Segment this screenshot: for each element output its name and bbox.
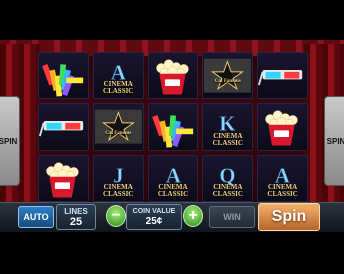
minus-icon: − [111,207,121,224]
reel-symbol-walk-of-fame-star: Cat Famous [92,103,144,151]
spin-button[interactable]: Spin [258,203,320,231]
classic-text: CLASSIC [157,189,189,198]
reel-symbol-letter-a-cinema: A CINEMA CLASSIC [92,52,144,100]
top-black-band [0,0,344,44]
side-spin-right[interactable]: SPIN [324,96,344,186]
film-strip-icon [151,115,193,148]
walk-of-fame-star-icon [94,110,142,144]
reel-symbol-3d-glasses [257,52,308,100]
reel-symbol-popcorn [147,52,199,100]
classic-text: CLASSIC [212,189,243,198]
side-spin-left[interactable]: SPIN [0,96,20,186]
reel-symbol-walk-of-fame-star: Cat Famous [202,52,254,100]
classic-text: CLASSIC [212,138,243,147]
classic-text: CLASSIC [103,189,134,198]
reel-symbol-film-strip [147,103,199,151]
reel-symbol-popcorn [38,154,89,202]
lines-display[interactable]: LINES 25 [56,204,96,230]
plus-icon: + [188,207,198,224]
win-label: WIN [223,212,241,222]
reel-symbol-3d-glasses [38,103,89,151]
spin-label: Spin [271,208,307,225]
win-display: WIN [209,206,255,228]
reel-grid: A CINEMA CLASSIC Cat Famous Cat Famous K CINEM… [38,52,308,202]
3d-glasses-icon [258,70,303,86]
reel-symbol-letter-a-cinema: A CINEMA CLASSIC [147,154,199,202]
auto-label: AUTO [23,212,49,222]
coin-plus-button[interactable]: + [183,205,203,227]
bottom-black-band [0,232,344,274]
coin-minus-button[interactable]: − [106,205,126,227]
reel-symbol-letter-a-cinema: A CINEMA CLASSIC [257,154,308,202]
slot-game: SPIN SPIN A CINEMA CLASSIC Cat Famous Cat Fa… [0,0,344,274]
reel-symbol-letter-k-cinema: K CINEMA CLASSIC [202,103,254,151]
lines-label: LINES [64,206,88,216]
classic-text: CLASSIC [103,87,134,96]
side-spin-left-label: SPIN [0,136,18,146]
3d-glasses-icon [38,121,84,137]
star-text: Cat Famous [105,130,132,136]
reel-symbol-film-strip [38,52,89,100]
film-strip-icon [42,64,84,97]
reel-symbol-popcorn [257,103,308,151]
reel-symbol-letter-q-cinema: Q CINEMA CLASSIC [202,154,254,202]
reel-symbol-letter-j-cinema: J CINEMA CLASSIC [92,154,144,202]
popcorn-icon [46,162,79,198]
side-spin-right-label: SPIN [326,136,344,146]
popcorn-icon [265,110,298,146]
coin-value-amount: 25¢ [145,215,163,227]
classic-text: CLASSIC [267,189,298,198]
coin-value-label: COIN VALUE [132,207,176,215]
star-text: Cat Famous [214,79,241,85]
walk-of-fame-star-icon [204,58,252,93]
coin-value-display: COIN VALUE 25¢ [126,204,182,230]
popcorn-icon [155,59,189,95]
auto-button[interactable]: AUTO [18,206,54,228]
lines-value: 25 [69,215,83,228]
